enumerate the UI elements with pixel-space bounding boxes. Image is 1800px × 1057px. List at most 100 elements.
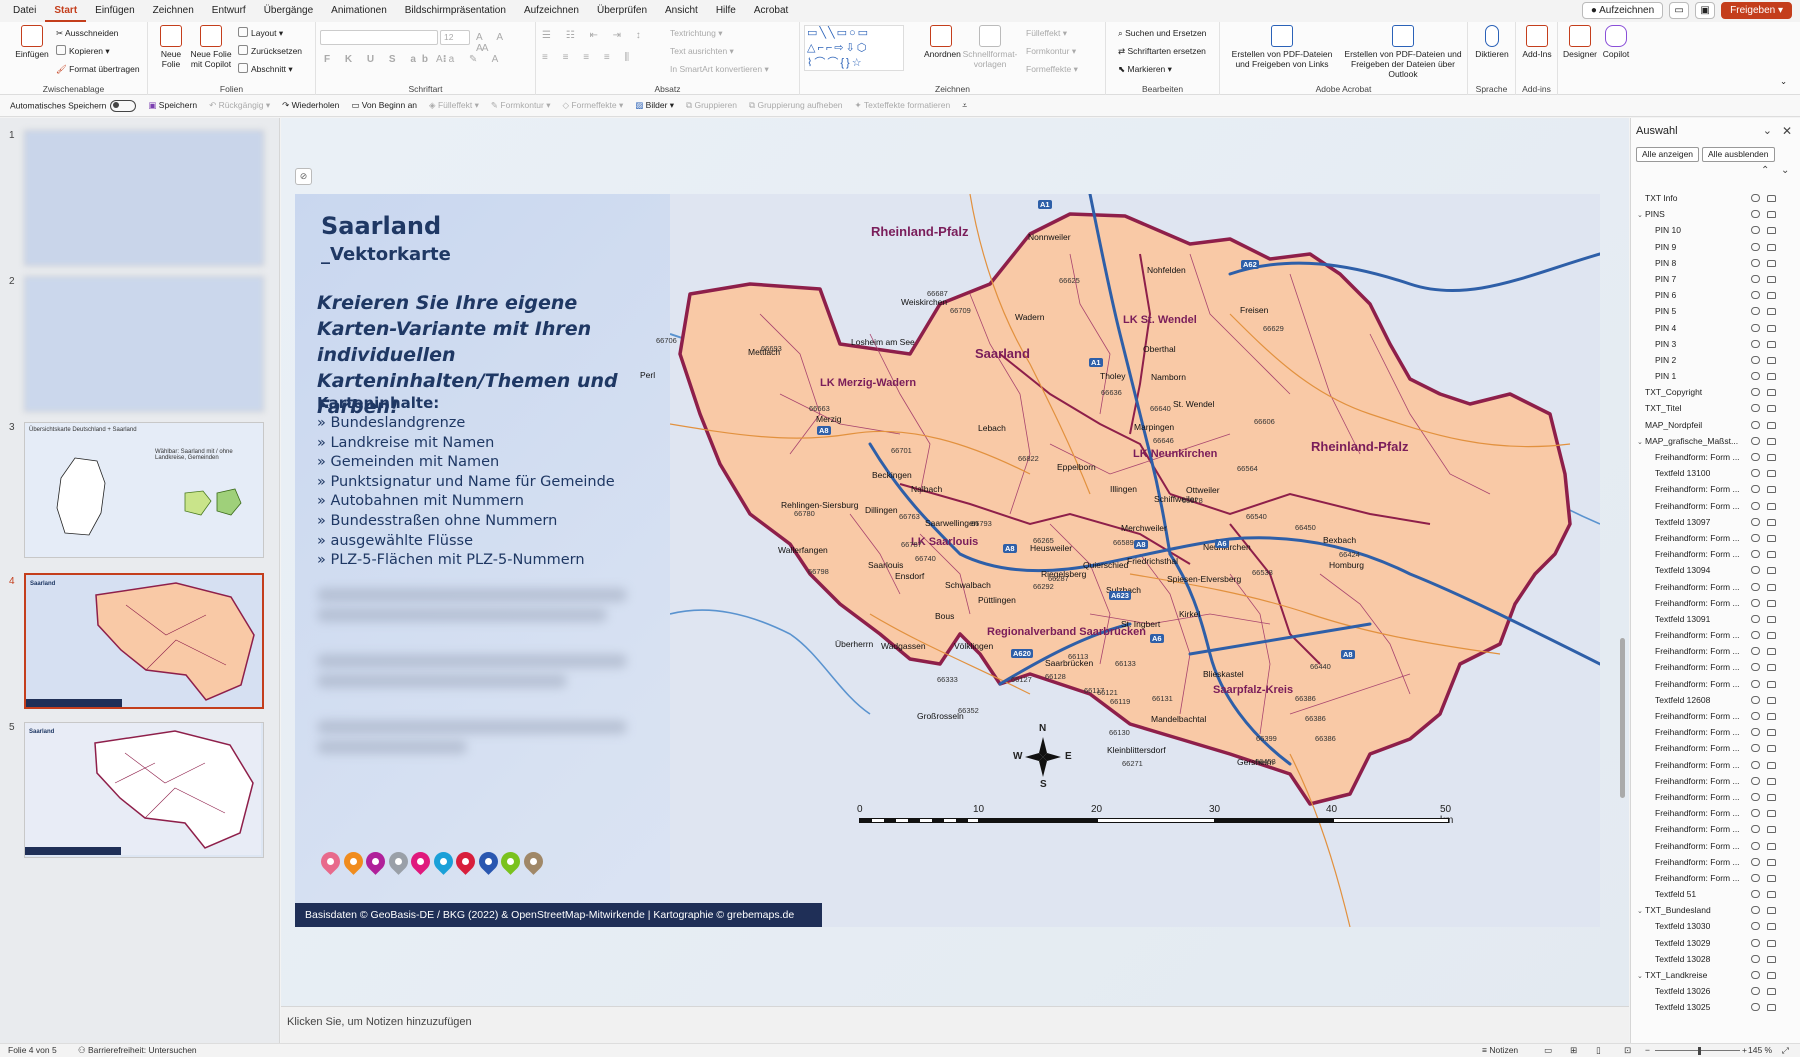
selection-item[interactable]: Textfeld 12608 bbox=[1631, 692, 1800, 708]
tab-ansicht[interactable]: Ansicht bbox=[656, 0, 707, 22]
lock-icon[interactable] bbox=[1767, 340, 1776, 348]
eye-icon[interactable] bbox=[1751, 485, 1760, 494]
eye-icon[interactable] bbox=[1751, 712, 1760, 720]
lock-icon[interactable] bbox=[1767, 745, 1776, 753]
lock-icon[interactable] bbox=[1767, 211, 1776, 219]
new-slide-copilot-button[interactable]: Neue Folie mit Copilot bbox=[188, 25, 234, 69]
lock-icon[interactable] bbox=[1767, 955, 1776, 963]
tab-ueberpruefen[interactable]: Überprüfen bbox=[588, 0, 656, 22]
lock-icon[interactable] bbox=[1767, 696, 1776, 704]
reset-button[interactable]: Zurücksetzen bbox=[238, 44, 302, 58]
selection-item[interactable]: Textfeld 13097 bbox=[1631, 514, 1800, 530]
lock-icon[interactable] bbox=[1767, 324, 1776, 332]
layout-button[interactable]: Layout ▾ bbox=[238, 26, 283, 40]
lock-icon[interactable] bbox=[1767, 1004, 1776, 1012]
slide-subtitle[interactable]: _Vektorkarte bbox=[321, 244, 451, 265]
pictures-button[interactable]: ▨ Bilder ▾ bbox=[635, 100, 674, 111]
lock-icon[interactable] bbox=[1767, 486, 1776, 494]
comments-icon[interactable]: ▭ bbox=[1669, 2, 1690, 19]
selection-item[interactable]: Textfeld 13030 bbox=[1631, 918, 1800, 934]
selection-item[interactable]: PIN 6 bbox=[1631, 287, 1800, 303]
lock-icon[interactable] bbox=[1767, 502, 1776, 510]
designer-button[interactable]: Designer bbox=[1562, 25, 1598, 59]
lock-icon[interactable] bbox=[1767, 907, 1776, 915]
zoom-in-icon[interactable]: + bbox=[1742, 1044, 1747, 1057]
lock-icon[interactable] bbox=[1767, 664, 1776, 672]
lock-icon[interactable] bbox=[1767, 793, 1776, 801]
eye-icon[interactable] bbox=[1751, 760, 1760, 769]
lock-icon[interactable] bbox=[1767, 292, 1776, 300]
selection-item[interactable]: Textfeld 13091 bbox=[1631, 611, 1800, 627]
eye-icon[interactable] bbox=[1751, 1003, 1760, 1012]
ungroup-button[interactable]: ⧉ Gruppierung aufheben bbox=[749, 100, 843, 111]
eye-icon[interactable] bbox=[1751, 873, 1760, 882]
lock-icon[interactable] bbox=[1767, 227, 1776, 235]
copy-button[interactable]: Kopieren ▾ bbox=[56, 44, 110, 58]
selection-item[interactable]: Freihandform: Form ... bbox=[1631, 757, 1800, 773]
lock-icon[interactable] bbox=[1767, 195, 1776, 202]
lock-icon[interactable] bbox=[1767, 874, 1776, 882]
selection-item[interactable]: PIN 5 bbox=[1631, 303, 1800, 319]
shape-fill-button[interactable]: Fülleffekt ▾ bbox=[1026, 26, 1067, 40]
qat-fill-button[interactable]: ◈ Fülleffekt ▾ bbox=[429, 100, 479, 111]
selection-item[interactable]: TXT_Copyright bbox=[1631, 384, 1800, 400]
selection-item[interactable]: PIN 10 bbox=[1631, 222, 1800, 238]
lock-icon[interactable] bbox=[1767, 470, 1776, 478]
eye-icon[interactable] bbox=[1751, 307, 1760, 316]
eye-icon[interactable] bbox=[1751, 420, 1760, 429]
tab-aufzeichnen[interactable]: Aufzeichnen bbox=[515, 0, 588, 22]
eye-icon[interactable] bbox=[1751, 210, 1760, 219]
selection-item[interactable]: Freihandform: Form ... bbox=[1631, 740, 1800, 756]
fit-slide-icon[interactable]: ⤢ bbox=[1782, 1044, 1789, 1057]
slide-thumbnail-1[interactable] bbox=[24, 130, 264, 266]
lock-icon[interactable] bbox=[1767, 923, 1776, 931]
lock-icon[interactable] bbox=[1767, 405, 1776, 413]
map-pin-icon[interactable] bbox=[474, 848, 502, 875]
eye-icon[interactable] bbox=[1751, 614, 1760, 623]
qat-customize-icon[interactable]: ⩡ bbox=[962, 100, 967, 111]
addins-button[interactable]: Add-Ins bbox=[1520, 25, 1554, 59]
eye-icon[interactable] bbox=[1751, 453, 1760, 461]
selection-item[interactable]: Freihandform: Form ... bbox=[1631, 708, 1800, 724]
selection-item[interactable]: Textfeld 13029 bbox=[1631, 935, 1800, 951]
tab-hilfe[interactable]: Hilfe bbox=[707, 0, 745, 22]
eye-icon[interactable] bbox=[1751, 517, 1760, 526]
send-backward-icon[interactable]: ⌄ bbox=[1781, 165, 1789, 176]
font-style-icons[interactable]: F K U S ab ⁝ bbox=[324, 54, 453, 65]
eye-icon[interactable] bbox=[1751, 631, 1760, 640]
selection-item[interactable]: PIN 7 bbox=[1631, 271, 1800, 287]
selection-item[interactable]: Freihandform: Form ... bbox=[1631, 676, 1800, 692]
shape-outline-button[interactable]: Formkontur ▾ bbox=[1026, 44, 1076, 58]
replace-fonts-button[interactable]: ⇄ Schriftarten ersetzen bbox=[1118, 44, 1206, 58]
eye-icon[interactable] bbox=[1751, 663, 1760, 672]
lock-icon[interactable] bbox=[1767, 858, 1776, 866]
qat-effects-button[interactable]: ◇ Formeffekte ▾ bbox=[563, 100, 624, 111]
selection-item[interactable]: ⌄ PINS bbox=[1631, 206, 1800, 222]
arrange-button[interactable]: Anordnen bbox=[924, 25, 961, 59]
from-start-button[interactable]: ▭ Von Beginn an bbox=[351, 100, 417, 111]
object-handle-icon[interactable]: ⊘ bbox=[295, 168, 312, 185]
tab-animationen[interactable]: Animationen bbox=[322, 0, 396, 22]
eye-icon[interactable] bbox=[1751, 291, 1760, 300]
map-pin-icon[interactable] bbox=[429, 848, 457, 875]
font-grow-shrink-icons[interactable]: A A Ꜳ bbox=[476, 32, 535, 54]
map-pin-icon[interactable] bbox=[497, 848, 524, 875]
lock-icon[interactable] bbox=[1767, 632, 1776, 640]
eye-icon[interactable] bbox=[1751, 582, 1760, 591]
notes-button[interactable]: ≡ Notizen bbox=[1482, 1044, 1518, 1057]
shape-gallery[interactable]: ▭╲╲▭○▭ △⌐⌐⇨⇩⬡ ⌇⌒⌒{}☆ bbox=[804, 25, 904, 71]
selection-item[interactable]: TXT Info bbox=[1631, 190, 1800, 206]
format-painter-button[interactable]: 🖌 Format übertragen bbox=[56, 62, 140, 76]
lock-icon[interactable] bbox=[1767, 648, 1776, 656]
tab-start[interactable]: Start bbox=[45, 0, 87, 22]
slideshow-view-icon[interactable]: ⊡ bbox=[1624, 1044, 1631, 1057]
text-direction-button[interactable]: Textrichtung ▾ bbox=[670, 26, 722, 40]
selection-item[interactable]: PIN 4 bbox=[1631, 320, 1800, 336]
lock-icon[interactable] bbox=[1767, 826, 1776, 834]
selection-item[interactable]: PIN 9 bbox=[1631, 239, 1800, 255]
selection-item[interactable]: Freihandform: Form ... bbox=[1631, 821, 1800, 837]
eye-icon[interactable] bbox=[1751, 194, 1760, 202]
normal-view-icon[interactable]: ▭ bbox=[1544, 1044, 1552, 1057]
eye-icon[interactable] bbox=[1751, 776, 1760, 785]
slide-thumbnail-4[interactable]: Saarland bbox=[24, 573, 264, 709]
